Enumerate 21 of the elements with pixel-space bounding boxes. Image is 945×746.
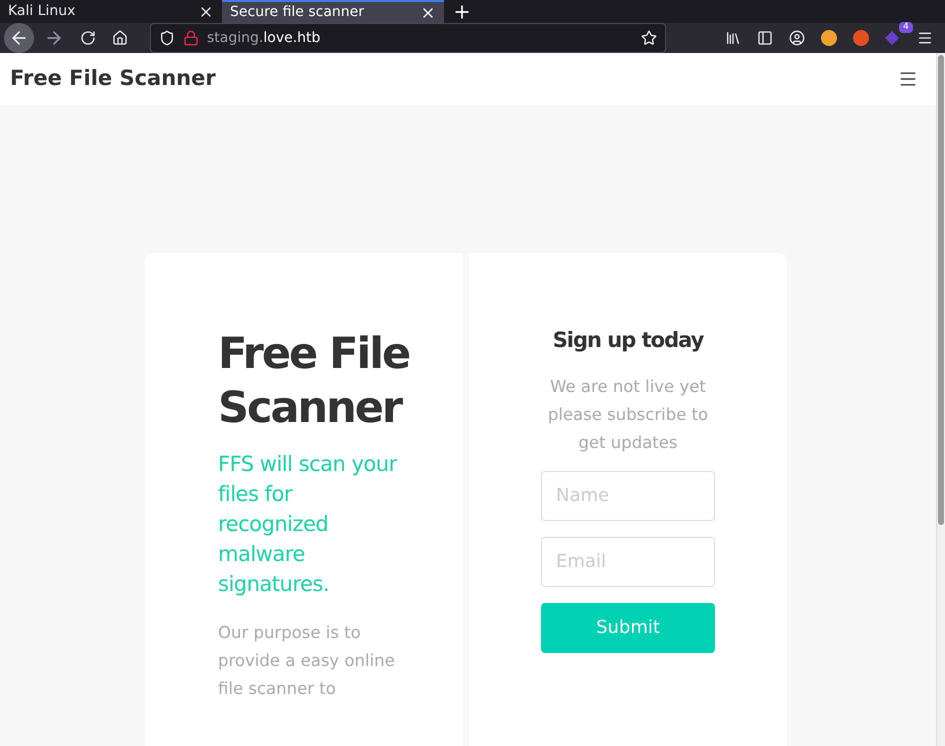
home-icon[interactable] bbox=[112, 30, 128, 46]
back-button[interactable] bbox=[4, 23, 34, 53]
menu-icon[interactable] bbox=[917, 30, 933, 46]
scrollbar-thumb[interactable] bbox=[938, 55, 944, 525]
browser-tab[interactable]: Secure file scanner bbox=[222, 0, 444, 23]
account-icon[interactable] bbox=[789, 30, 805, 46]
library-icon[interactable] bbox=[725, 30, 741, 46]
reload-icon[interactable] bbox=[80, 30, 96, 46]
extension-badge: 4 bbox=[899, 22, 913, 33]
signup-title: Sign up today bbox=[552, 327, 704, 354]
insecure-lock-icon[interactable] bbox=[183, 30, 199, 46]
brand[interactable]: Free File Scanner bbox=[10, 63, 216, 95]
tagline: FFS will scan your files for recognized malware signatures. bbox=[218, 451, 398, 598]
hero-title: Free File Scanner bbox=[218, 328, 410, 435]
sidebar-icon[interactable] bbox=[757, 30, 773, 46]
signup-text: We are not live yet please subscribe to get updates bbox=[546, 376, 710, 454]
bookmark-star-icon[interactable] bbox=[641, 30, 657, 46]
description: Our purpose is to provide a easy online file scanner to bbox=[218, 622, 396, 700]
browser-tab[interactable]: Kali Linux bbox=[0, 0, 222, 23]
shield-icon[interactable] bbox=[159, 30, 175, 46]
address-bar[interactable]: staging.love.htb bbox=[150, 23, 666, 53]
